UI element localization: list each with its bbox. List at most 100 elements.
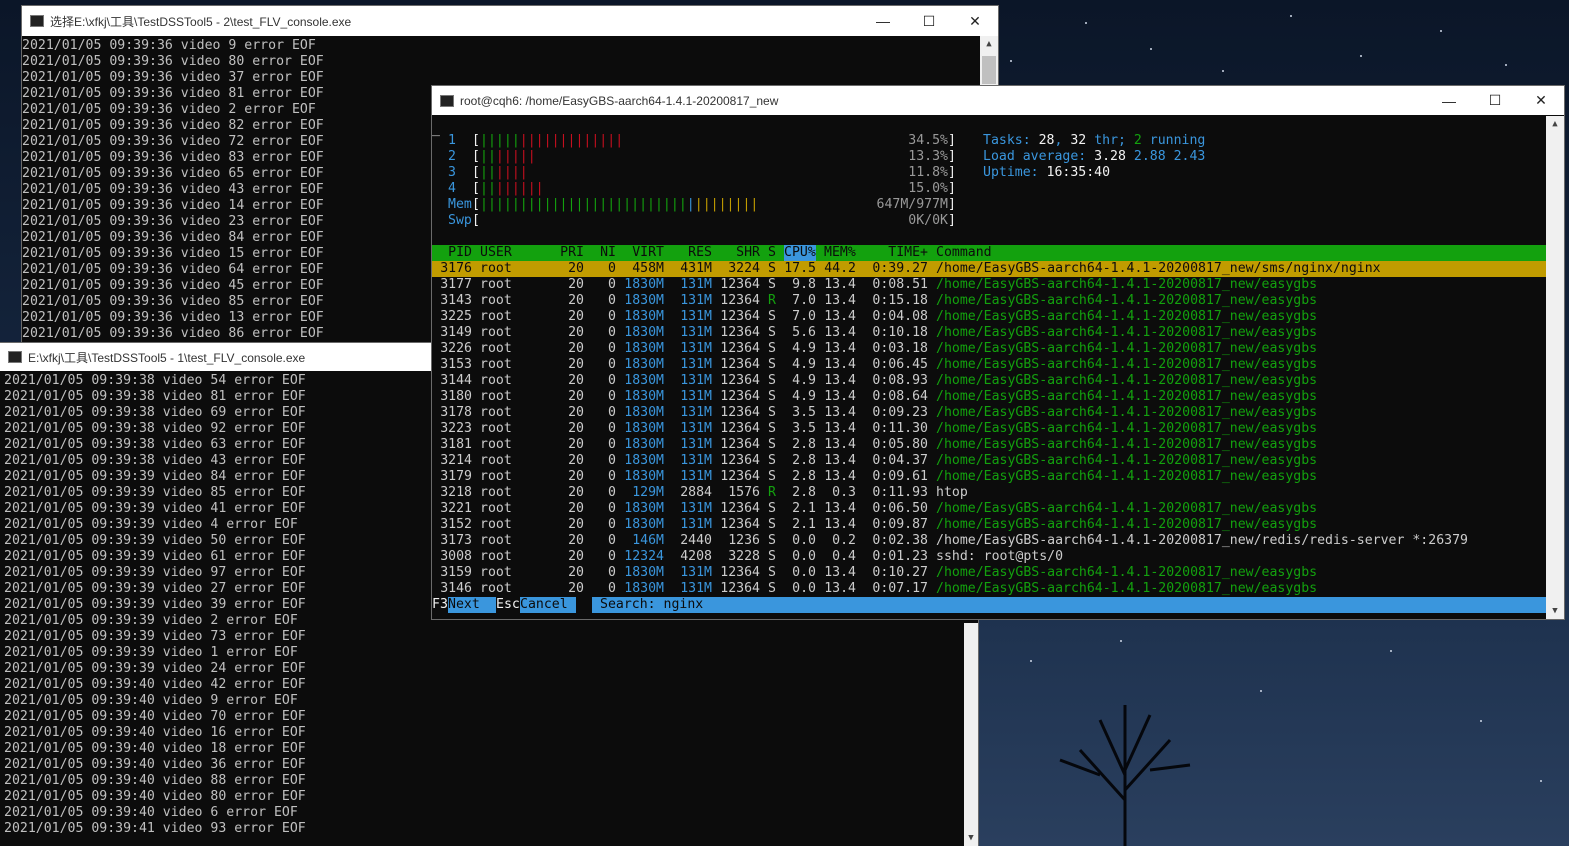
- process-res: 131M: [680, 277, 712, 292]
- process-row[interactable]: 3180 root 20 0 1830M 131M 12364 S 4.9 13.4 0:08.64…: [432, 389, 1546, 405]
- process-shr: 12364: [720, 453, 760, 468]
- search-field[interactable]: Search: nginx: [592, 597, 1546, 613]
- process-user: root: [480, 469, 512, 484]
- scroll-up-icon[interactable]: ▲: [1546, 116, 1564, 132]
- console-line: 2021/01/05 09:39:36 video 64 error EOF: [22, 262, 324, 277]
- close-button[interactable]: ✕: [952, 13, 998, 30]
- console-line: 2021/01/05 09:39:40 video 9 error EOF: [4, 693, 298, 708]
- process-time: 0:08.51: [872, 277, 928, 292]
- load-1: 3.28: [1094, 149, 1126, 164]
- uptime-meter: Uptime: 16:35:40: [432, 165, 1546, 181]
- process-state: S: [768, 501, 776, 516]
- next-button[interactable]: Next: [448, 597, 496, 613]
- maximize-button[interactable]: ☐: [906, 13, 952, 30]
- process-mem: 0.4: [832, 549, 856, 564]
- scroll-down-icon[interactable]: ▼: [1546, 603, 1564, 619]
- maximize-button[interactable]: ☐: [1472, 92, 1518, 109]
- col-ni[interactable]: NI: [592, 245, 616, 261]
- process-shr: 12364: [720, 357, 760, 372]
- process-state: S: [768, 341, 776, 356]
- process-state: S: [768, 277, 776, 292]
- col-pri[interactable]: PRI: [552, 245, 584, 261]
- process-row[interactable]: 3146 root 20 0 1830M 131M 12364 S 0.0 13.4 0:07.17…: [432, 581, 1546, 597]
- col-shr[interactable]: SHR: [712, 245, 760, 261]
- process-command: /home/EasyGBS-aarch64-1.4.1-20200817_new…: [936, 453, 1318, 468]
- scrollbar[interactable]: ▲ ▼: [1546, 116, 1564, 619]
- process-time: 0:06.45: [872, 357, 928, 372]
- col-cpu[interactable]: CPU%: [784, 245, 816, 261]
- minimize-button[interactable]: —: [1426, 93, 1472, 109]
- close-button[interactable]: ✕: [1518, 92, 1564, 109]
- process-pid: 3181: [440, 437, 472, 452]
- console-line: 2021/01/05 09:39:36 video 37 error EOF: [22, 70, 324, 85]
- process-mem: 0.3: [832, 485, 856, 500]
- process-row[interactable]: 3152 root 20 0 1830M 131M 12364 S 2.1 13.4 0:09.87…: [432, 517, 1546, 533]
- console-line: 2021/01/05 09:39:39 video 41 error EOF: [4, 501, 306, 516]
- process-mem: 13.4: [824, 469, 856, 484]
- minimize-button[interactable]: —: [860, 13, 906, 29]
- col-pid[interactable]: PID: [432, 245, 472, 261]
- console-line: 2021/01/05 09:39:39 video 2 error EOF: [4, 613, 298, 628]
- process-shr: 12364: [720, 389, 760, 404]
- console-line: 2021/01/05 09:39:39 video 1 error EOF: [4, 645, 298, 660]
- search-bar[interactable]: F3 Next Esc Cancel Search: nginx: [432, 597, 1546, 613]
- process-row[interactable]: 3226 root 20 0 1830M 131M 12364 S 4.9 13.4 0:03.18…: [432, 341, 1546, 357]
- col-state[interactable]: S: [768, 245, 776, 261]
- title-bar[interactable]: 选择E:\xfkj\工具\TestDSSTool5 - 2\test_FLV_c…: [22, 6, 998, 36]
- cancel-button[interactable]: Cancel: [520, 597, 576, 613]
- title-bar[interactable]: root@cqh6: /home/EasyGBS-aarch64-1.4.1-2…: [432, 86, 1564, 115]
- process-ni: 0: [608, 277, 616, 292]
- process-command: /home/EasyGBS-aarch64-1.4.1-20200817_new…: [936, 373, 1318, 388]
- meter-close-bracket: ]: [948, 213, 956, 228]
- process-row[interactable]: 3176 root 20 0 458M 431M 3224 S 17.5 44.2 0:39.27 /…: [432, 261, 1546, 277]
- process-row[interactable]: 3149 root 20 0 1830M 131M 12364 S 5.6 13.4 0:10.18…: [432, 325, 1546, 341]
- console-line: 2021/01/05 09:39:36 video 2 error EOF: [22, 102, 316, 117]
- col-virt[interactable]: VIRT: [616, 245, 664, 261]
- process-row[interactable]: 3008 root 20 0 12324 4208 3228 S 0.0 0.4 0:01.23 ss…: [432, 549, 1546, 565]
- process-mem: 13.4: [824, 389, 856, 404]
- process-time: 0:01.23: [872, 549, 928, 564]
- process-ni: 0: [608, 341, 616, 356]
- process-mem: 13.4: [824, 517, 856, 532]
- process-command: /home/EasyGBS-aarch64-1.4.1-20200817_new…: [936, 293, 1318, 308]
- process-row[interactable]: 3221 root 20 0 1830M 131M 12364 S 2.1 13.4 0:06.50…: [432, 501, 1546, 517]
- scroll-thumb[interactable]: [982, 56, 996, 84]
- process-row[interactable]: 3144 root 20 0 1830M 131M 12364 S 4.9 13.4 0:08.93…: [432, 373, 1546, 389]
- process-user: root: [480, 581, 512, 596]
- col-mem[interactable]: MEM%: [824, 245, 856, 261]
- process-row[interactable]: 3153 root 20 0 1830M 131M 12364 S 4.9 13.4 0:06.45…: [432, 357, 1546, 373]
- process-row[interactable]: 3143 root 20 0 1830M 131M 12364 R 7.0 13.4 0:15.18…: [432, 293, 1546, 309]
- process-row[interactable]: 3177 root 20 0 1830M 131M 12364 S 9.8 13.4 0:08.51…: [432, 277, 1546, 293]
- col-res[interactable]: RES: [664, 245, 712, 261]
- process-row[interactable]: 3179 root 20 0 1830M 131M 12364 S 2.8 13.4 0:09.61…: [432, 469, 1546, 485]
- console-line: 2021/01/05 09:39:36 video 72 error EOF: [22, 134, 324, 149]
- col-command[interactable]: Command: [936, 245, 992, 261]
- process-ni: 0: [608, 325, 616, 340]
- process-mem: 13.4: [824, 309, 856, 324]
- htop-terminal-window[interactable]: root@cqh6: /home/EasyGBS-aarch64-1.4.1-2…: [432, 86, 1564, 619]
- threads-count: 32: [1070, 133, 1087, 148]
- process-shr: 12364: [720, 293, 760, 308]
- scroll-down-icon[interactable]: ▼: [964, 830, 978, 846]
- process-row[interactable]: 3178 root 20 0 1830M 131M 12364 S 3.5 13.4 0:09.23…: [432, 405, 1546, 421]
- process-ni: 0: [608, 533, 616, 548]
- process-state: S: [768, 437, 776, 452]
- process-row[interactable]: 3214 root 20 0 1830M 131M 12364 S 2.8 13.4 0:04.37…: [432, 453, 1546, 469]
- col-user[interactable]: USER: [480, 245, 512, 261]
- process-row[interactable]: 3225 root 20 0 1830M 131M 12364 S 7.0 13.4 0:04.08…: [432, 309, 1546, 325]
- process-virt: 1830M: [624, 581, 664, 596]
- process-row[interactable]: 3181 root 20 0 1830M 131M 12364 S 2.8 13.4 0:05.80…: [432, 437, 1546, 453]
- process-row[interactable]: 3223 root 20 0 1830M 131M 12364 S 3.5 13.4 0:11.30…: [432, 421, 1546, 437]
- process-pid: 3144: [440, 373, 472, 388]
- process-table-header[interactable]: PID USER PRI NI VIRT RES SHR S CPU% MEM%…: [432, 245, 1546, 261]
- process-row[interactable]: 3218 root 20 0 129M 2884 1576 R 2.8 0.3 0:11.93 hto…: [432, 485, 1546, 501]
- process-user: root: [480, 373, 512, 388]
- process-row[interactable]: 3159 root 20 0 1830M 131M 12364 S 0.0 13.4 0:10.27…: [432, 565, 1546, 581]
- process-mem: 0.2: [832, 533, 856, 548]
- search-input[interactable]: nginx: [664, 597, 704, 612]
- process-row[interactable]: 3173 root 20 0 146M 2440 1236 S 0.0 0.2 0:02.38/ho…: [432, 533, 1546, 549]
- col-time[interactable]: TIME+: [864, 245, 928, 261]
- scrollbar[interactable]: ▼: [964, 623, 978, 846]
- meter-value: 0K/0K: [908, 213, 948, 228]
- scroll-up-icon[interactable]: ▲: [980, 36, 998, 52]
